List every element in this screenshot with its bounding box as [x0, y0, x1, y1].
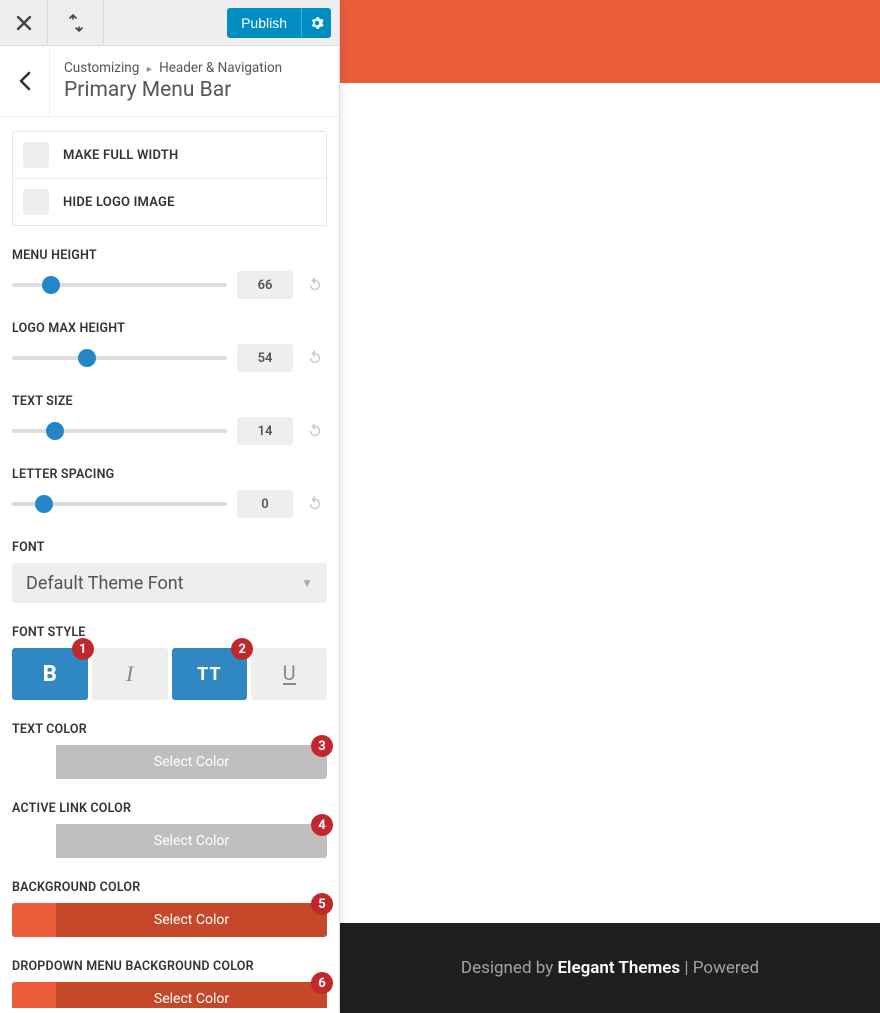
arrows-vertical-icon [67, 14, 85, 32]
undo-icon [306, 422, 324, 440]
footer-brand[interactable]: Elegant Themes [557, 958, 680, 978]
label-font: FONT [12, 540, 327, 555]
breadcrumb-root: Customizing [64, 60, 139, 76]
label-letter-spacing: LETTER SPACING [12, 467, 327, 482]
slider-thumb[interactable] [46, 422, 64, 440]
annotation-badge-5: 5 [311, 893, 333, 915]
slider-track[interactable] [12, 429, 227, 433]
select-color-button[interactable]: Select Color [56, 745, 327, 779]
preview-footer: Designed by Elegant Themes | Powered [340, 917, 880, 1013]
panel-title: Primary Menu Bar [64, 78, 321, 102]
breadcrumb-section: Header & Navigation [159, 60, 282, 76]
chevron-down-icon: ▼ [301, 576, 313, 590]
font-select[interactable]: Default Theme Font ▼ [12, 563, 327, 603]
slider-thumb[interactable] [35, 495, 53, 513]
label-dropdown-bg-color: DROPDOWN MENU BACKGROUND COLOR [12, 959, 327, 974]
preview-header-bar [340, 0, 880, 83]
checkbox-full-width[interactable]: MAKE FULL WIDTH [13, 132, 326, 179]
font-select-value: Default Theme Font [26, 573, 184, 594]
select-color-button[interactable]: Select Color [56, 903, 327, 937]
label-text-color: TEXT COLOR [12, 722, 327, 737]
checkbox-hide-logo[interactable]: HIDE LOGO IMAGE [13, 179, 326, 225]
undo-icon [306, 276, 324, 294]
color-picker-background: Select Color 5 [12, 903, 327, 937]
checkbox-label: HIDE LOGO IMAGE [63, 195, 175, 210]
slider-track[interactable] [12, 356, 227, 360]
label-font-style: FONT STYLE [12, 625, 327, 640]
footer-suffix: | Powered [680, 958, 759, 978]
slider-track[interactable] [12, 283, 227, 287]
label-logo-max-height: LOGO MAX HEIGHT [12, 321, 327, 336]
breadcrumb: Customizing ▸ Header & Navigation [64, 60, 321, 76]
slider-track[interactable] [12, 502, 227, 506]
checkbox-icon [23, 142, 49, 168]
label-active-link-color: ACTIVE LINK COLOR [12, 801, 327, 816]
font-style-underline-button[interactable]: U [251, 648, 327, 700]
close-icon [16, 15, 32, 31]
panel-header: Customizing ▸ Header & Navigation Primar… [0, 46, 339, 117]
back-button[interactable] [0, 46, 50, 116]
footer-text: Designed by Elegant Themes | Powered [461, 958, 759, 978]
color-picker-text: Select Color 3 [12, 745, 327, 779]
font-style-row: B 1 I TT 2 U [12, 648, 327, 700]
checkbox-group: MAKE FULL WIDTH HIDE LOGO IMAGE [12, 131, 327, 226]
undo-icon [306, 495, 324, 513]
uppercase-icon: TT [197, 664, 221, 685]
slider-value[interactable]: 66 [237, 271, 293, 299]
label-menu-height: MENU HEIGHT [12, 248, 327, 263]
color-picker-active-link: Select Color 4 [12, 824, 327, 858]
font-style-italic-button[interactable]: I [92, 648, 168, 700]
slider-thumb[interactable] [42, 276, 60, 294]
undo-icon [306, 349, 324, 367]
annotation-badge-3: 3 [311, 735, 333, 757]
color-picker-dropdown-bg: Select Color 6 [12, 982, 327, 1008]
annotation-badge-6: 6 [311, 972, 333, 994]
footer-prefix: Designed by [461, 958, 558, 978]
slider-letter-spacing: 0 [12, 490, 327, 518]
slider-thumb[interactable] [78, 349, 96, 367]
slider-text-size: 14 [12, 417, 327, 445]
reset-button[interactable] [303, 492, 327, 516]
annotation-badge-2: 2 [231, 638, 253, 660]
slider-value[interactable]: 14 [237, 417, 293, 445]
preview-pane: Designed by Elegant Themes | Powered [340, 0, 880, 1013]
annotation-badge-1: 1 [72, 638, 94, 660]
chevron-left-icon [18, 71, 32, 91]
customizer-sidebar: Publish Customizing ▸ Header & Navigatio… [0, 0, 340, 1013]
label-background-color: BACKGROUND COLOR [12, 880, 327, 895]
slider-value[interactable]: 0 [237, 490, 293, 518]
slider-menu-height: 66 [12, 271, 327, 299]
checkbox-icon [23, 189, 49, 215]
publish-group: Publish [227, 8, 331, 37]
customizer-topbar: Publish [0, 0, 339, 46]
font-style-bold-button[interactable]: B 1 [12, 648, 88, 700]
controls-panel: MAKE FULL WIDTH HIDE LOGO IMAGE MENU HEI… [0, 117, 339, 1008]
label-text-size: TEXT SIZE [12, 394, 327, 409]
italic-icon: I [126, 661, 133, 687]
underline-icon: U [283, 664, 296, 685]
checkbox-label: MAKE FULL WIDTH [63, 148, 178, 163]
reset-button[interactable] [303, 346, 327, 370]
collapse-button[interactable] [48, 0, 104, 45]
font-style-uppercase-button[interactable]: TT 2 [172, 648, 248, 700]
publish-button[interactable]: Publish [227, 8, 301, 38]
select-color-button[interactable]: Select Color [56, 824, 327, 858]
slider-value[interactable]: 54 [237, 344, 293, 372]
bold-icon: B [43, 662, 57, 687]
reset-button[interactable] [303, 419, 327, 443]
reset-button[interactable] [303, 273, 327, 297]
color-swatch[interactable] [12, 982, 56, 1008]
chevron-right-icon: ▸ [147, 64, 152, 75]
close-button[interactable] [0, 0, 48, 45]
color-swatch[interactable] [12, 903, 56, 937]
publish-settings-button[interactable] [301, 8, 331, 38]
select-color-button[interactable]: Select Color [56, 982, 327, 1008]
slider-logo-max-height: 54 [12, 344, 327, 372]
annotation-badge-4: 4 [311, 814, 333, 836]
gear-icon [310, 16, 324, 30]
